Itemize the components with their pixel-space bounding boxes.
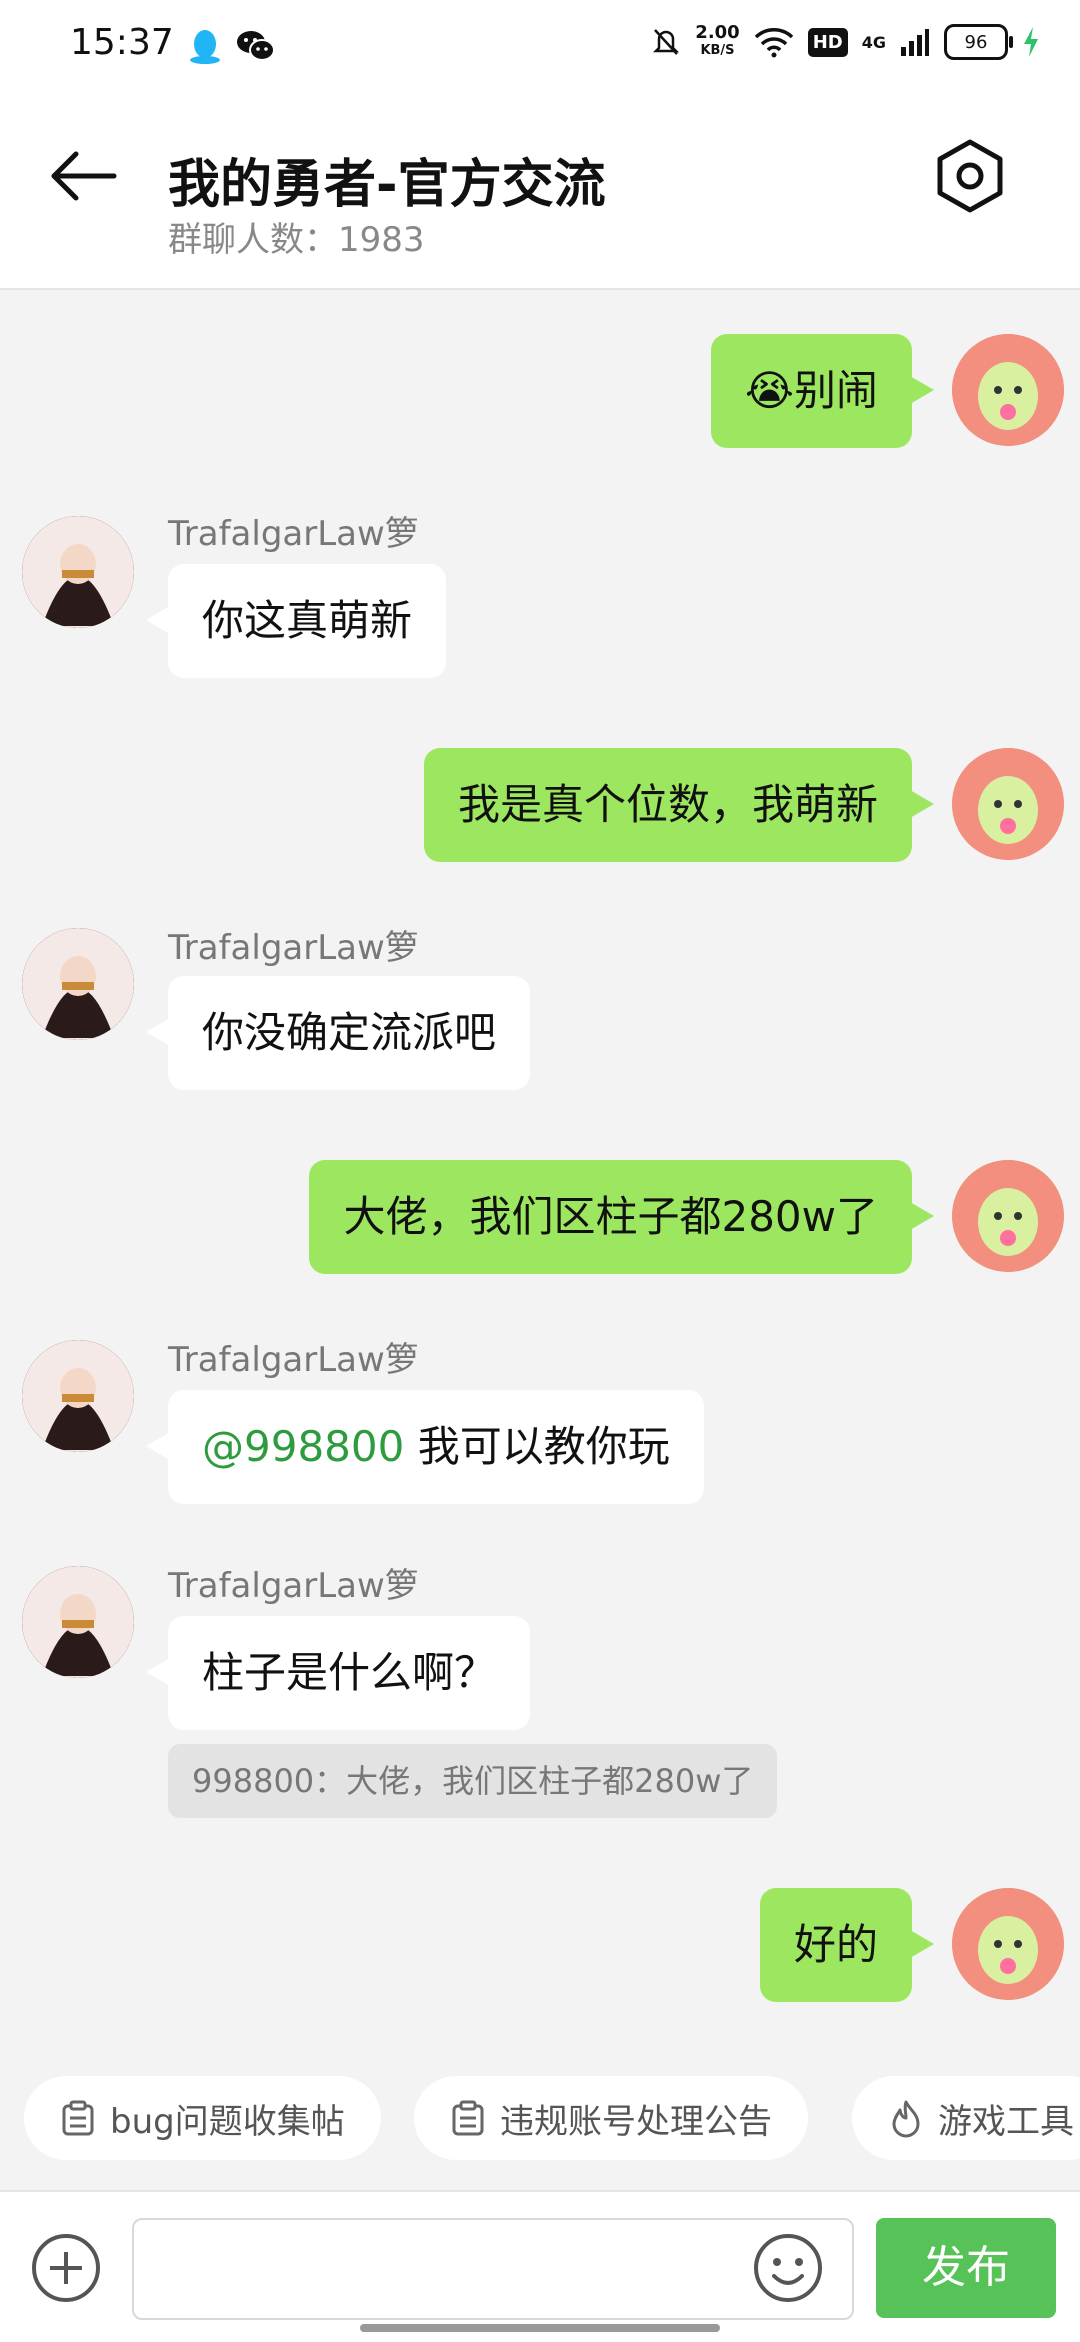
input-bar: 发布: [0, 2190, 1080, 2342]
clipboard-icon: [452, 2100, 484, 2136]
signal-icon: [901, 29, 929, 56]
user-message-bubble[interactable]: 你没确定流派吧: [145, 976, 531, 1090]
sender-name: TrafalgarLaw箩: [168, 1566, 419, 1606]
emoji-icon[interactable]: [752, 2232, 824, 2304]
message-list[interactable]: 😭别闹 TrafalgarLaw箩 你这真萌新 我是真个位数，我萌新 Trafa…: [0, 290, 1080, 2070]
my-avatar[interactable]: [952, 334, 1064, 446]
mute-bell-icon: [653, 29, 680, 55]
my-avatar[interactable]: [952, 1160, 1064, 1272]
my-avatar[interactable]: [952, 1888, 1064, 2000]
wechat-icon: [237, 31, 275, 61]
sender-name: TrafalgarLaw箩: [168, 1340, 419, 1380]
my-message-bubble[interactable]: 大佬，我们区柱子都280w了: [309, 1160, 934, 1274]
fire-icon: [892, 2100, 920, 2138]
user-message-bubble[interactable]: 柱子是什么啊？: [145, 1616, 531, 1730]
message-input[interactable]: [132, 2218, 854, 2320]
my-message-bubble[interactable]: 我是真个位数，我萌新: [423, 748, 935, 862]
user-avatar[interactable]: [22, 516, 134, 628]
quick-links-bar: bug问题收集帖 违规账号处理公告 游戏工具: [0, 2076, 1080, 2160]
my-message-bubble[interactable]: 好的: [759, 1888, 935, 2002]
charging-icon: [1024, 27, 1038, 57]
user-message-bubble[interactable]: 你这真萌新: [145, 564, 447, 678]
chat-header: 我的勇者-官方交流 群聊人数：1983: [0, 96, 1080, 290]
group-title: 我的勇者-官方交流: [168, 155, 606, 215]
back-arrow-icon[interactable]: [44, 136, 124, 216]
settings-icon[interactable]: [932, 138, 1008, 214]
network-speed: 2.00 KB/S: [695, 22, 740, 59]
mention-link[interactable]: @998800: [202, 1422, 404, 1471]
sender-name: TrafalgarLaw箩: [168, 928, 419, 968]
user-avatar[interactable]: [22, 1566, 134, 1678]
qq-icon: [190, 30, 220, 64]
quick-link-bug-collection[interactable]: bug问题收集帖: [24, 2076, 381, 2160]
clipboard-icon: [62, 2100, 94, 2136]
notification-icons: [188, 28, 276, 64]
status-bar: 15:37 2.00 KB/S HD 4G 96: [0, 0, 1080, 96]
quoted-message[interactable]: 998800：大佬，我们区柱子都280w了: [168, 1744, 778, 1818]
hd-badge: HD: [807, 27, 848, 57]
system-icons: 2.00 KB/S HD 4G 96: [651, 24, 1040, 60]
quick-link-game-tools[interactable]: 游戏工具: [852, 2076, 1080, 2160]
user-message-bubble[interactable]: @998800 我可以教你玩: [146, 1390, 704, 1504]
quick-link-violation-notice[interactable]: 违规账号处理公告: [414, 2076, 808, 2160]
my-avatar[interactable]: [952, 748, 1064, 860]
add-attachment-icon[interactable]: [30, 2232, 102, 2304]
user-avatar[interactable]: [22, 1340, 134, 1452]
wifi-icon: [754, 28, 793, 58]
user-avatar[interactable]: [22, 928, 134, 1040]
status-time: 15:37: [70, 22, 174, 63]
send-button[interactable]: 发布: [876, 2218, 1056, 2318]
my-message-bubble[interactable]: 😭别闹: [710, 334, 935, 448]
network-type: 4G: [861, 32, 886, 52]
member-count: 群聊人数：1983: [168, 220, 425, 260]
home-indicator[interactable]: [360, 2324, 720, 2332]
battery-indicator: 96: [944, 24, 1013, 60]
sender-name: TrafalgarLaw箩: [168, 514, 419, 554]
